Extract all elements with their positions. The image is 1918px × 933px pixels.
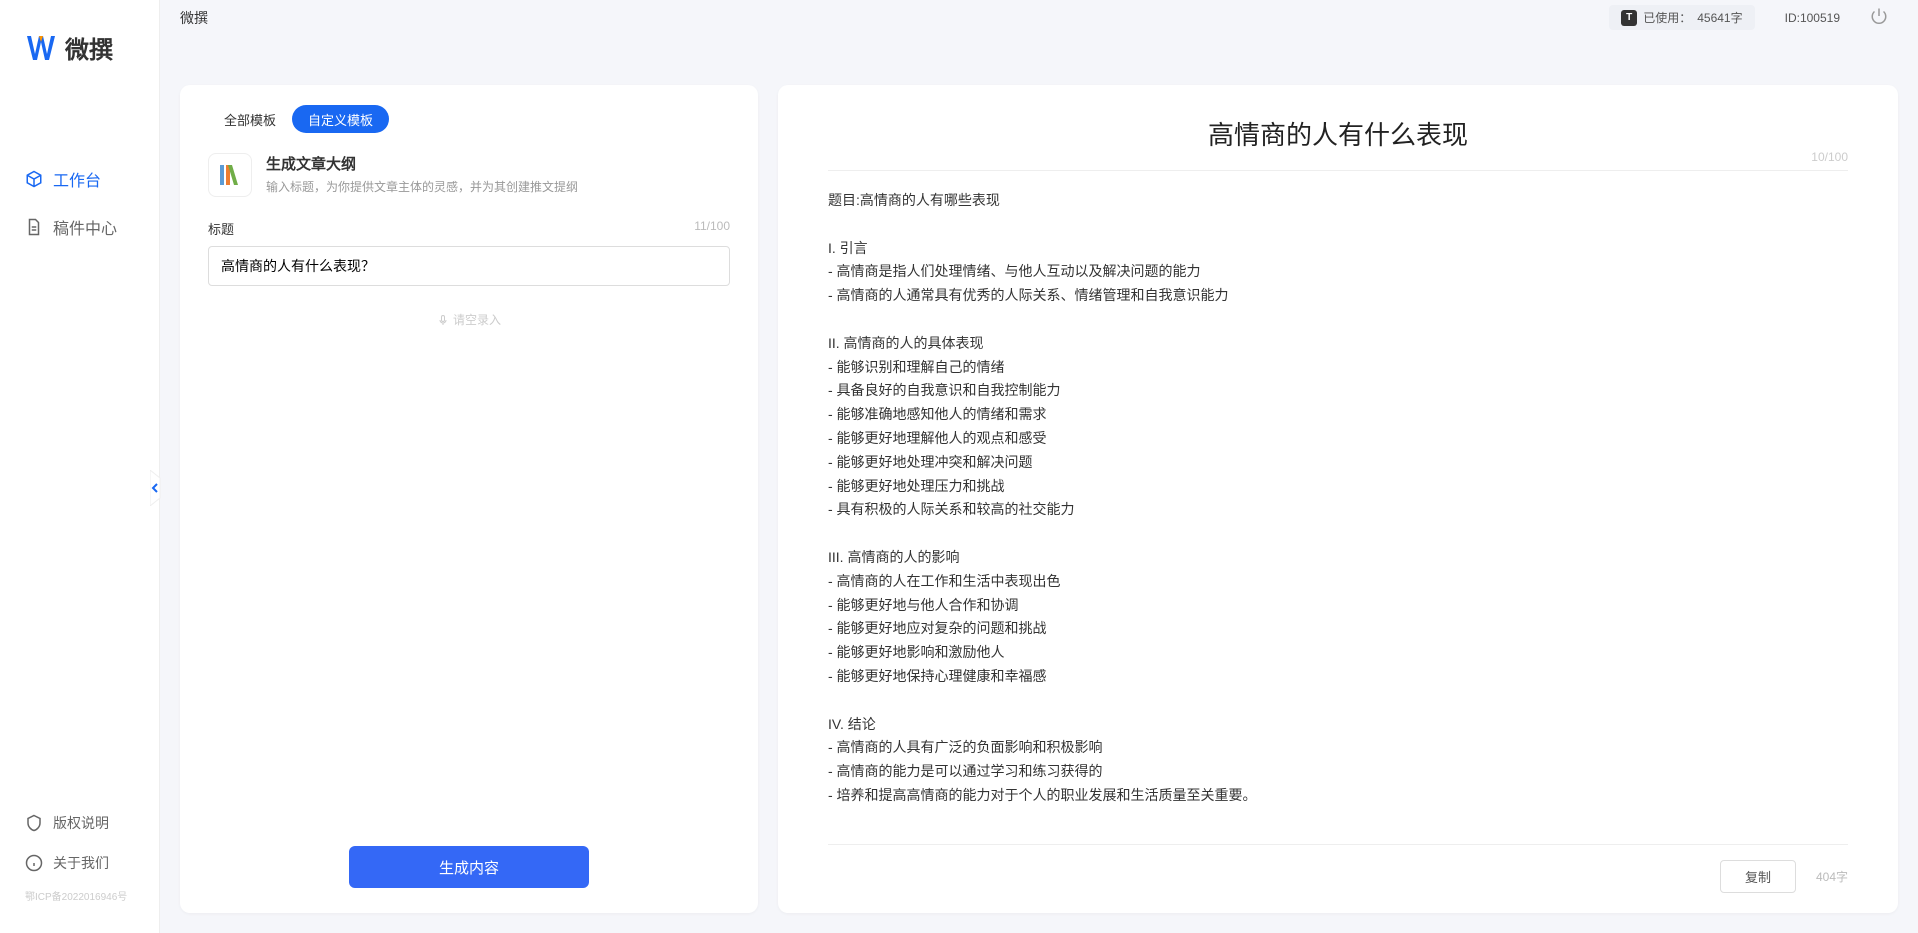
generate-button[interactable]: 生成内容	[349, 846, 589, 888]
tabs: 全部模板 自定义模板	[208, 105, 730, 133]
title-counter: 11/100	[694, 219, 730, 238]
title-input[interactable]	[208, 246, 730, 286]
sidebar: 微撰 工作台 稿件中心 版权说明 关于我们 鄂ICP备2022016946号	[0, 0, 160, 933]
nav-bottom: 版权说明 关于我们 鄂ICP备2022016946号	[0, 803, 159, 933]
power-icon[interactable]	[1870, 7, 1888, 28]
document-icon	[25, 218, 43, 236]
logo-icon	[25, 32, 57, 64]
logo-text: 微撰	[65, 30, 113, 65]
shield-icon	[25, 814, 43, 832]
header-title: 微撰	[180, 8, 208, 28]
cube-icon	[25, 170, 43, 188]
template-icon	[208, 153, 252, 197]
logo[interactable]: 微撰	[0, 30, 159, 95]
tab-all-templates[interactable]: 全部模板	[208, 105, 292, 133]
content: 全部模板 自定义模板 生成文章大纲 输入标题，为你提供文章主体的灵感，并为其创建…	[160, 35, 1918, 933]
voice-hint[interactable]: 请空录入	[208, 311, 730, 328]
title-label: 标题	[208, 219, 234, 238]
output-footer: 复制 404字	[828, 844, 1848, 893]
nav-copyright[interactable]: 版权说明	[0, 803, 159, 843]
mic-icon	[437, 314, 449, 326]
template-title: 生成文章大纲	[266, 153, 730, 174]
t-icon: T	[1621, 10, 1637, 26]
output-title-counter: 10/100	[1811, 150, 1848, 164]
tab-custom-template[interactable]: 自定义模板	[292, 105, 389, 133]
nav-menu: 工作台 稿件中心	[0, 95, 159, 803]
output-title: 高情商的人有什么表现 10/100	[828, 115, 1848, 171]
top-header: 微撰 T 已使用： 45641字 ID:100519	[160, 0, 1918, 35]
usage-badge[interactable]: T 已使用： 45641字	[1609, 5, 1754, 30]
output-panel: 高情商的人有什么表现 10/100 题目:高情商的人有哪些表现 I. 引言 - …	[778, 85, 1898, 913]
word-count: 404字	[1816, 868, 1848, 885]
header-right: T 已使用： 45641字 ID:100519	[1609, 5, 1888, 30]
user-id: ID:100519	[1785, 11, 1840, 25]
nav-workspace[interactable]: 工作台	[0, 155, 159, 203]
icp-text: 鄂ICP备2022016946号	[0, 883, 159, 918]
main-area: 微撰 T 已使用： 45641字 ID:100519 全部模板 自定义模板	[160, 0, 1918, 933]
nav-about[interactable]: 关于我们	[0, 843, 159, 883]
template-header: 生成文章大纲 输入标题，为你提供文章主体的灵感，并为其创建推文提纲	[208, 153, 730, 197]
nav-documents[interactable]: 稿件中心	[0, 203, 159, 251]
output-body[interactable]: 题目:高情商的人有哪些表现 I. 引言 - 高情商是指人们处理情绪、与他人互动以…	[828, 171, 1848, 844]
input-panel: 全部模板 自定义模板 生成文章大纲 输入标题，为你提供文章主体的灵感，并为其创建…	[180, 85, 758, 913]
copy-button[interactable]: 复制	[1720, 860, 1796, 893]
template-desc: 输入标题，为你提供文章主体的灵感，并为其创建推文提纲	[266, 178, 730, 195]
info-icon	[25, 854, 43, 872]
